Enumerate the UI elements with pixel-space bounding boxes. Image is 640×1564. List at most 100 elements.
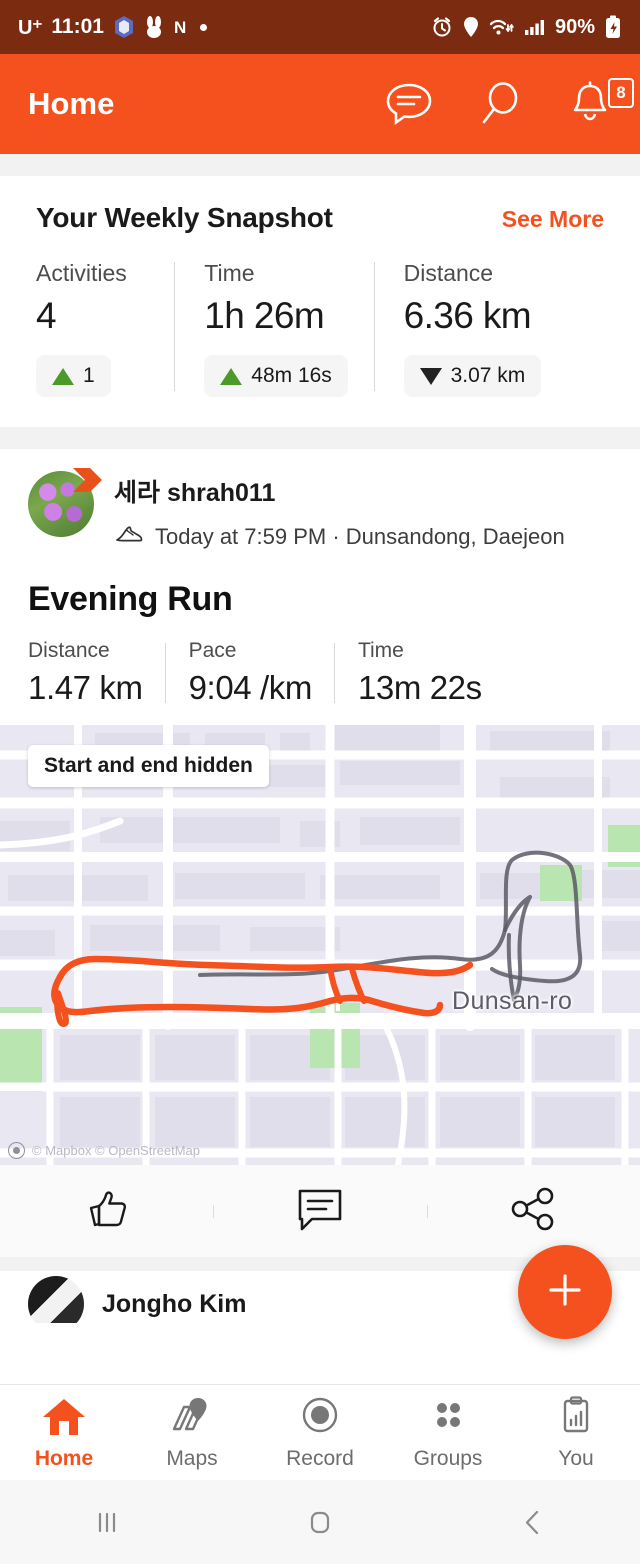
avatar[interactable] — [28, 1276, 84, 1323]
stat-label: Distance — [28, 639, 110, 662]
triangle-up-icon — [220, 367, 243, 385]
avatar-wrap[interactable] — [28, 468, 102, 537]
triangle-down-icon — [419, 367, 442, 385]
groups-icon — [424, 1395, 472, 1442]
share-icon — [507, 1185, 559, 1238]
home-square-icon[interactable] — [213, 1505, 426, 1539]
snapshot-stat-time: Time 1h 26m 48m 16s — [174, 260, 373, 397]
section-divider-mid — [0, 427, 640, 449]
location-icon — [462, 16, 480, 38]
nav-item-you[interactable]: You — [512, 1395, 640, 1471]
activity-post: 세라 shrah011 Today at 7:59 PM · Dunsandon… — [0, 449, 640, 1257]
stat-value: 6.36 km — [403, 295, 532, 336]
thumbs-up-icon — [79, 1183, 135, 1240]
chat-bubble-icon[interactable] — [384, 80, 434, 128]
recents-icon[interactable] — [0, 1505, 213, 1539]
nav-label: Home — [34, 1446, 94, 1470]
post-header[interactable]: 세라 shrah011 Today at 7:59 PM · Dunsandon… — [0, 449, 640, 552]
record-icon — [296, 1395, 344, 1442]
post-subtitle-row: Today at 7:59 PM · Dunsandong, Daejeon — [114, 521, 565, 552]
activity-map[interactable]: Start and end hidden Dunsan-ro © Mapbox … — [0, 725, 640, 1165]
running-shoe-icon — [114, 521, 144, 552]
app-icon-blue — [113, 15, 135, 39]
header-actions: 8 — [384, 78, 634, 128]
road-label: Dunsan-ro — [452, 987, 573, 1015]
status-bar-left: U⁺ 11:01 N — [18, 15, 207, 40]
stat-value: 1.47 km — [28, 669, 143, 706]
nav-label: Record — [286, 1446, 354, 1470]
status-bar-right: 90% — [431, 15, 622, 39]
stat-label: Time — [357, 639, 404, 662]
battery-charging-icon — [604, 15, 622, 39]
app-header: Home 8 — [0, 54, 640, 154]
section-divider-top — [0, 154, 640, 176]
post-stats: Distance 1.47 km Pace 9:04 /km Time 13m … — [0, 619, 640, 725]
stat-label: Pace — [188, 639, 237, 662]
attribution-info-icon — [8, 1142, 25, 1159]
like-button[interactable] — [0, 1183, 213, 1240]
android-navigation-bar — [0, 1480, 640, 1564]
bell-icon[interactable]: 8 — [568, 78, 634, 128]
snapshot-stat-distance: Distance 6.36 km 3.07 km — [373, 260, 604, 397]
nav-item-record[interactable]: Record — [256, 1395, 384, 1471]
nav-item-groups[interactable]: Groups — [384, 1395, 512, 1471]
stat-label: Distance — [403, 260, 494, 286]
triangle-up-icon — [52, 367, 74, 385]
bottom-navigation: Home Maps Record Groups You — [0, 1384, 640, 1480]
weekly-snapshot-card[interactable]: Your Weekly Snapshot See More Activities… — [0, 176, 640, 427]
snapshot-stat-activities: Activities 4 1 — [36, 260, 174, 397]
attribution-text: © Mapbox © OpenStreetMap — [32, 1143, 201, 1158]
feed-scroll[interactable]: Your Weekly Snapshot See More Activities… — [0, 154, 640, 1323]
battery-percent: 90% — [554, 15, 595, 38]
post-activity-title[interactable]: Evening Run — [0, 552, 640, 619]
stat-value: 1h 26m — [204, 295, 325, 336]
post-user-name[interactable]: Jongho Kim — [102, 1290, 562, 1319]
privacy-chip: Start and end hidden — [28, 745, 269, 787]
nav-item-maps[interactable]: Maps — [128, 1395, 256, 1471]
stat-delta-value: 48m 16s — [251, 364, 332, 387]
home-icon — [40, 1395, 88, 1442]
map-canvas — [0, 725, 640, 1165]
stat-delta-value: 1 — [83, 364, 95, 387]
comment-button[interactable] — [213, 1185, 426, 1238]
plus-icon — [543, 1268, 587, 1317]
naver-icon: N — [173, 16, 191, 38]
nav-label: Maps — [166, 1446, 218, 1470]
wifi-icon — [489, 16, 515, 38]
post-action-bar — [0, 1165, 640, 1257]
nav-item-home[interactable]: Home — [0, 1395, 128, 1471]
nav-label: You — [558, 1446, 594, 1470]
clock: 11:01 — [51, 15, 104, 38]
map-pin-icon — [168, 1395, 216, 1442]
snapshot-header: Your Weekly Snapshot See More — [36, 202, 604, 234]
back-chevron-icon[interactable] — [427, 1505, 640, 1539]
signal-icon — [524, 16, 546, 38]
post-user-name[interactable]: 세라 shrah011 — [114, 473, 565, 509]
post-stat-time: Time 13m 22s — [333, 639, 504, 707]
stat-label: Time — [204, 260, 255, 286]
see-more-link[interactable]: See More — [502, 206, 604, 233]
carrier-label: U⁺ — [18, 16, 43, 39]
stat-value: 4 — [36, 295, 57, 336]
stat-delta-chip: 3.07 km — [403, 355, 542, 397]
notification-badge: 8 — [608, 78, 634, 108]
stat-value: 9:04 /km — [188, 669, 313, 706]
map-attribution[interactable]: © Mapbox © OpenStreetMap — [8, 1142, 200, 1159]
share-button[interactable] — [426, 1185, 640, 1238]
alarm-icon — [431, 16, 453, 38]
nav-label: Groups — [413, 1446, 483, 1470]
stat-value: 13m 22s — [357, 669, 482, 706]
dot-icon — [199, 23, 207, 31]
post-subtitle: Today at 7:59 PM · Dunsandong, Daejeon — [155, 523, 565, 549]
svg-text:N: N — [174, 18, 186, 37]
stat-delta-value: 3.07 km — [450, 364, 526, 387]
rabbit-icon — [144, 16, 164, 38]
post-meta: 세라 shrah011 Today at 7:59 PM · Dunsandon… — [114, 471, 565, 552]
snapshot-title: Your Weekly Snapshot — [36, 202, 333, 233]
add-activity-fab[interactable] — [518, 1245, 612, 1339]
search-icon[interactable] — [478, 80, 524, 128]
status-bar: U⁺ 11:01 N 90% — [0, 0, 640, 54]
clipboard-chart-icon — [552, 1395, 600, 1442]
stat-delta-chip: 48m 16s — [204, 355, 348, 397]
post-stat-pace: Pace 9:04 /km — [164, 639, 334, 707]
